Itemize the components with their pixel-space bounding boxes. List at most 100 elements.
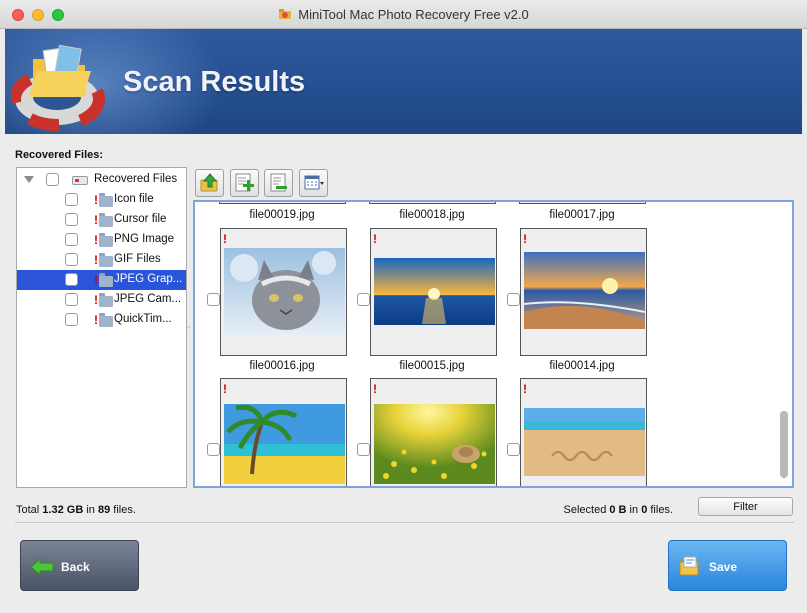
header-banner: Scan Results [5, 29, 802, 134]
file-name: file00016.jpg [249, 360, 315, 372]
file-name: file00017.jpg [549, 209, 615, 221]
tree-item-label: QuickTim... [114, 313, 172, 325]
thumbnail-checkbox[interactable] [507, 293, 520, 306]
thumbnail-card[interactable]: ! [220, 228, 347, 356]
tree-item-png-image[interactable]: ! PNG Image [17, 230, 186, 250]
tree-root-checkbox[interactable] [46, 173, 59, 186]
app-window: MiniTool Mac Photo Recovery Free v2.0 Sc… [0, 0, 807, 613]
close-window-button[interactable] [12, 9, 24, 21]
file-name: file00019.jpg [249, 209, 315, 221]
title-bar: MiniTool Mac Photo Recovery Free v2.0 [0, 0, 807, 29]
selected-status: Selected 0 B in 0 files. [563, 504, 674, 516]
warning-icon: ! [523, 382, 527, 396]
tree-root[interactable]: Recovered Files [17, 170, 186, 190]
warning-icon: ! [94, 213, 98, 227]
tree-item-jpeg-camera[interactable]: ! JPEG Cam... [17, 290, 186, 310]
warning-icon: ! [373, 232, 377, 246]
filter-button[interactable]: Filter [698, 497, 793, 516]
tree-item-icon-file[interactable]: ! Icon file [17, 190, 186, 210]
warning-icon: ! [94, 273, 98, 287]
tree-root-label: Recovered Files [94, 173, 178, 185]
tree-item-label: Icon file [114, 193, 154, 205]
warning-icon: ! [223, 382, 227, 396]
tree-item-checkbox[interactable] [65, 213, 78, 226]
thumbnail-card[interactable]: ! [370, 228, 497, 356]
thumbnail-image [374, 404, 495, 484]
minimize-window-button[interactable] [32, 9, 44, 21]
add-check-icon [235, 173, 254, 192]
expand-triangle-icon[interactable] [24, 176, 34, 183]
warning-icon: ! [94, 233, 98, 247]
tree-item-checkbox[interactable] [65, 233, 78, 246]
tree-item-label: GIF Files [114, 253, 161, 265]
tree-item-checkbox[interactable] [65, 273, 78, 286]
go-up-button[interactable] [195, 169, 224, 197]
file-type-tree[interactable]: Recovered Files ! Icon file ! Cursor fil… [16, 167, 187, 488]
tree-item-label: JPEG Grap... [114, 273, 183, 285]
lifebuoy-folder-logo-icon [11, 44, 105, 131]
page-title: Scan Results [123, 66, 306, 98]
warning-icon: ! [373, 382, 377, 396]
file-name: file00014.jpg [549, 360, 615, 372]
warning-icon: ! [94, 253, 98, 267]
thumbnail-card[interactable]: ! [520, 228, 647, 356]
folder-icon [99, 193, 113, 207]
tree-item-gif-files[interactable]: ! GIF Files [17, 250, 186, 270]
back-button[interactable]: Back [20, 540, 139, 591]
divider [15, 522, 794, 523]
thumbnail-image [224, 404, 345, 484]
file-name: file00015.jpg [399, 360, 465, 372]
tree-item-checkbox[interactable] [65, 193, 78, 206]
scrollbar-thumb[interactable] [780, 411, 788, 478]
folder-icon [99, 253, 113, 267]
thumbnail-image [524, 252, 645, 329]
tree-item-checkbox[interactable] [65, 313, 78, 326]
tree-item-label: PNG Image [114, 233, 175, 245]
tree-item-checkbox[interactable] [65, 253, 78, 266]
thumbnail-grid[interactable]: file00019.jpg file00018.jpg file00017.jp… [193, 200, 794, 488]
thumbnail-checkbox[interactable] [207, 443, 220, 456]
folder-icon [99, 293, 113, 307]
thumbnail-image [224, 248, 345, 335]
thumbnail-checkbox[interactable] [507, 443, 520, 456]
tree-item-label: Cursor file [114, 213, 167, 225]
thumbnail-card[interactable]: ! [520, 378, 647, 486]
tree-item-cursor-file[interactable]: ! Cursor file [17, 210, 186, 230]
app-icon [279, 9, 292, 19]
tree-item-checkbox[interactable] [65, 293, 78, 306]
warning-icon: ! [94, 193, 98, 207]
thumbnail-image [524, 408, 645, 476]
folder-icon [99, 273, 113, 287]
tree-item-jpeg-graphics[interactable]: ! JPEG Grap... [17, 270, 186, 290]
uncheck-all-button[interactable] [264, 169, 293, 197]
warning-icon: ! [94, 293, 98, 307]
folder-icon [99, 213, 113, 227]
tree-item-quicktime[interactable]: ! QuickTim... [17, 310, 186, 330]
warning-icon: ! [223, 232, 227, 246]
warning-icon: ! [94, 313, 98, 327]
window-title: MiniTool Mac Photo Recovery Free v2.0 [298, 6, 529, 22]
view-mode-button[interactable] [299, 169, 328, 197]
save-button[interactable]: Save [668, 540, 787, 591]
view-mode-icon [304, 175, 324, 190]
thumbnail-image [374, 258, 495, 325]
folder-icon [99, 313, 113, 327]
save-folder-icon [679, 556, 699, 576]
warning-icon: ! [523, 232, 527, 246]
vertical-scrollbar[interactable] [778, 204, 790, 484]
thumbnail-checkbox[interactable] [357, 443, 370, 456]
up-folder-icon [200, 173, 217, 192]
check-all-button[interactable] [230, 169, 259, 197]
recovered-files-label: Recovered Files: [15, 149, 104, 161]
drive-icon [72, 176, 88, 185]
thumbnail-checkbox[interactable] [357, 293, 370, 306]
tree-item-label: JPEG Cam... [114, 293, 182, 305]
window-title-group: MiniTool Mac Photo Recovery Free v2.0 [278, 6, 529, 22]
thumbnail-card[interactable]: ! [370, 378, 497, 486]
window-controls [12, 9, 64, 21]
folder-icon [99, 233, 113, 247]
thumbnail-checkbox[interactable] [207, 293, 220, 306]
thumbnail-card[interactable]: ! [220, 378, 347, 486]
back-arrow-icon [30, 558, 54, 576]
maximize-window-button[interactable] [52, 9, 64, 21]
